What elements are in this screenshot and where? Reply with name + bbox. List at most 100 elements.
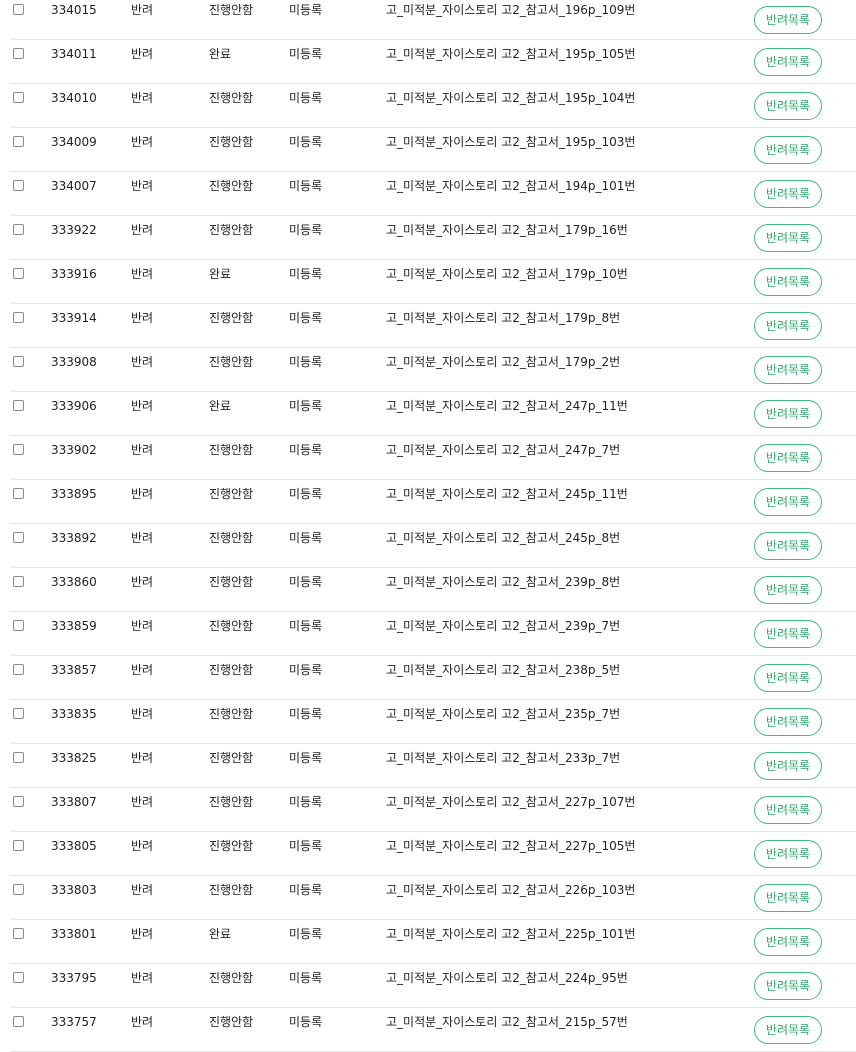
- row-checkbox[interactable]: [13, 840, 24, 851]
- row-checkbox[interactable]: [13, 4, 24, 15]
- rejection-list-button[interactable]: 반려목록: [754, 664, 822, 692]
- row-id: 333795: [51, 971, 97, 985]
- row-checkbox[interactable]: [13, 928, 24, 939]
- table-row: 333857 반려 진행안함 미등록 고_미적분_자이스토리 고2_참고서_238p_5…: [10, 656, 856, 700]
- rejection-list-button[interactable]: 반려목록: [754, 224, 822, 252]
- row-id: 333902: [51, 443, 97, 457]
- row-id: 334010: [51, 91, 97, 105]
- row-type: 반려: [131, 179, 154, 193]
- row-id: 333857: [51, 663, 97, 677]
- rejection-list-button[interactable]: 반려목록: [754, 136, 822, 164]
- row-checkbox[interactable]: [13, 1016, 24, 1027]
- rejection-list-button[interactable]: 반려목록: [754, 840, 822, 868]
- row-title: 고_미적분_자이스토리 고2_참고서_195p_104번: [386, 91, 636, 105]
- rejection-list-button[interactable]: 반려목록: [754, 180, 822, 208]
- rejection-list-button[interactable]: 반려목록: [754, 928, 822, 956]
- rejection-list-button[interactable]: 반려목록: [754, 6, 822, 34]
- row-checkbox[interactable]: [13, 356, 24, 367]
- row-id: 333892: [51, 531, 97, 545]
- rejection-list-button[interactable]: 반려목록: [754, 488, 822, 516]
- row-id: 333805: [51, 839, 97, 853]
- table-row: 333825 반려 진행안함 미등록 고_미적분_자이스토리 고2_참고서_233p_7…: [10, 744, 856, 788]
- rejection-list-button[interactable]: 반려목록: [754, 48, 822, 76]
- row-registration-status: 미등록: [289, 839, 323, 853]
- row-checkbox[interactable]: [13, 136, 24, 147]
- row-registration-status: 미등록: [289, 3, 323, 17]
- row-title: 고_미적분_자이스토리 고2_참고서_194p_101번: [386, 179, 636, 193]
- row-progress-status: 진행안함: [209, 663, 254, 677]
- row-checkbox[interactable]: [13, 488, 24, 499]
- table-row: 333914 반려 진행안함 미등록 고_미적분_자이스토리 고2_참고서_179p_8…: [10, 304, 856, 348]
- rejection-list-button[interactable]: 반려목록: [754, 708, 822, 736]
- row-registration-status: 미등록: [289, 443, 323, 457]
- row-checkbox[interactable]: [13, 400, 24, 411]
- row-checkbox[interactable]: [13, 180, 24, 191]
- row-checkbox[interactable]: [13, 576, 24, 587]
- row-checkbox[interactable]: [13, 884, 24, 895]
- rejection-table: 334015 반려 진행안함 미등록 고_미적분_자이스토리 고2_참고서_196p_1…: [0, 0, 856, 1052]
- row-title: 고_미적분_자이스토리 고2_참고서_179p_10번: [386, 267, 628, 281]
- row-type: 반려: [131, 531, 154, 545]
- row-checkbox[interactable]: [13, 268, 24, 279]
- row-type: 반려: [131, 91, 154, 105]
- row-checkbox[interactable]: [13, 444, 24, 455]
- rejection-list-button[interactable]: 반려목록: [754, 444, 822, 472]
- rejection-list-button[interactable]: 반려목록: [754, 620, 822, 648]
- row-progress-status: 완료: [209, 399, 232, 413]
- row-checkbox[interactable]: [13, 708, 24, 719]
- row-progress-status: 진행안함: [209, 3, 254, 17]
- row-registration-status: 미등록: [289, 751, 323, 765]
- row-type: 반려: [131, 883, 154, 897]
- row-title: 고_미적분_자이스토리 고2_참고서_227p_105번: [386, 839, 636, 853]
- row-type: 반려: [131, 971, 154, 985]
- row-progress-status: 진행안함: [209, 355, 254, 369]
- rejection-list-button[interactable]: 반려목록: [754, 1016, 822, 1044]
- row-type: 반려: [131, 3, 154, 17]
- rejection-list-button[interactable]: 반려목록: [754, 532, 822, 560]
- row-title: 고_미적분_자이스토리 고2_참고서_195p_103번: [386, 135, 636, 149]
- rejection-list-button[interactable]: 반려목록: [754, 796, 822, 824]
- row-registration-status: 미등록: [289, 91, 323, 105]
- table-row: 333902 반려 진행안함 미등록 고_미적분_자이스토리 고2_참고서_247p_7…: [10, 436, 856, 480]
- row-checkbox[interactable]: [13, 620, 24, 631]
- row-registration-status: 미등록: [289, 927, 323, 941]
- table-row: 334009 반려 진행안함 미등록 고_미적분_자이스토리 고2_참고서_195p_1…: [10, 128, 856, 172]
- rejection-list-button[interactable]: 반려목록: [754, 268, 822, 296]
- rejection-list-button[interactable]: 반려목록: [754, 972, 822, 1000]
- row-checkbox[interactable]: [13, 972, 24, 983]
- row-id: 333908: [51, 355, 97, 369]
- rejection-list-button[interactable]: 반려목록: [754, 400, 822, 428]
- table-row: 334010 반려 진행안함 미등록 고_미적분_자이스토리 고2_참고서_195p_1…: [10, 84, 856, 128]
- row-progress-status: 진행안함: [209, 223, 254, 237]
- rejection-list-button[interactable]: 반려목록: [754, 576, 822, 604]
- row-progress-status: 진행안함: [209, 971, 254, 985]
- row-id: 333922: [51, 223, 97, 237]
- row-checkbox[interactable]: [13, 532, 24, 543]
- rejection-list-button[interactable]: 반려목록: [754, 356, 822, 384]
- rejection-list-button[interactable]: 반려목록: [754, 884, 822, 912]
- row-checkbox[interactable]: [13, 224, 24, 235]
- row-checkbox[interactable]: [13, 312, 24, 323]
- row-checkbox[interactable]: [13, 664, 24, 675]
- row-id: 333859: [51, 619, 97, 633]
- row-registration-status: 미등록: [289, 663, 323, 677]
- row-checkbox[interactable]: [13, 48, 24, 59]
- row-type: 반려: [131, 311, 154, 325]
- row-progress-status: 진행안함: [209, 575, 254, 589]
- rejection-list-button[interactable]: 반려목록: [754, 752, 822, 780]
- row-title: 고_미적분_자이스토리 고2_참고서_179p_16번: [386, 223, 628, 237]
- row-checkbox[interactable]: [13, 92, 24, 103]
- table-row: 333757 반려 진행안함 미등록 고_미적분_자이스토리 고2_참고서_215p_5…: [10, 1008, 856, 1052]
- row-registration-status: 미등록: [289, 179, 323, 193]
- row-id: 333757: [51, 1015, 97, 1029]
- row-checkbox[interactable]: [13, 752, 24, 763]
- rejection-list-button[interactable]: 반려목록: [754, 92, 822, 120]
- rejection-list-button[interactable]: 반려목록: [754, 312, 822, 340]
- row-progress-status: 진행안함: [209, 531, 254, 545]
- row-checkbox[interactable]: [13, 796, 24, 807]
- row-title: 고_미적분_자이스토리 고2_참고서_238p_5번: [386, 663, 621, 677]
- row-progress-status: 진행안함: [209, 135, 254, 149]
- row-type: 반려: [131, 223, 154, 237]
- row-id: 333807: [51, 795, 97, 809]
- row-title: 고_미적분_자이스토리 고2_참고서_215p_57번: [386, 1015, 628, 1029]
